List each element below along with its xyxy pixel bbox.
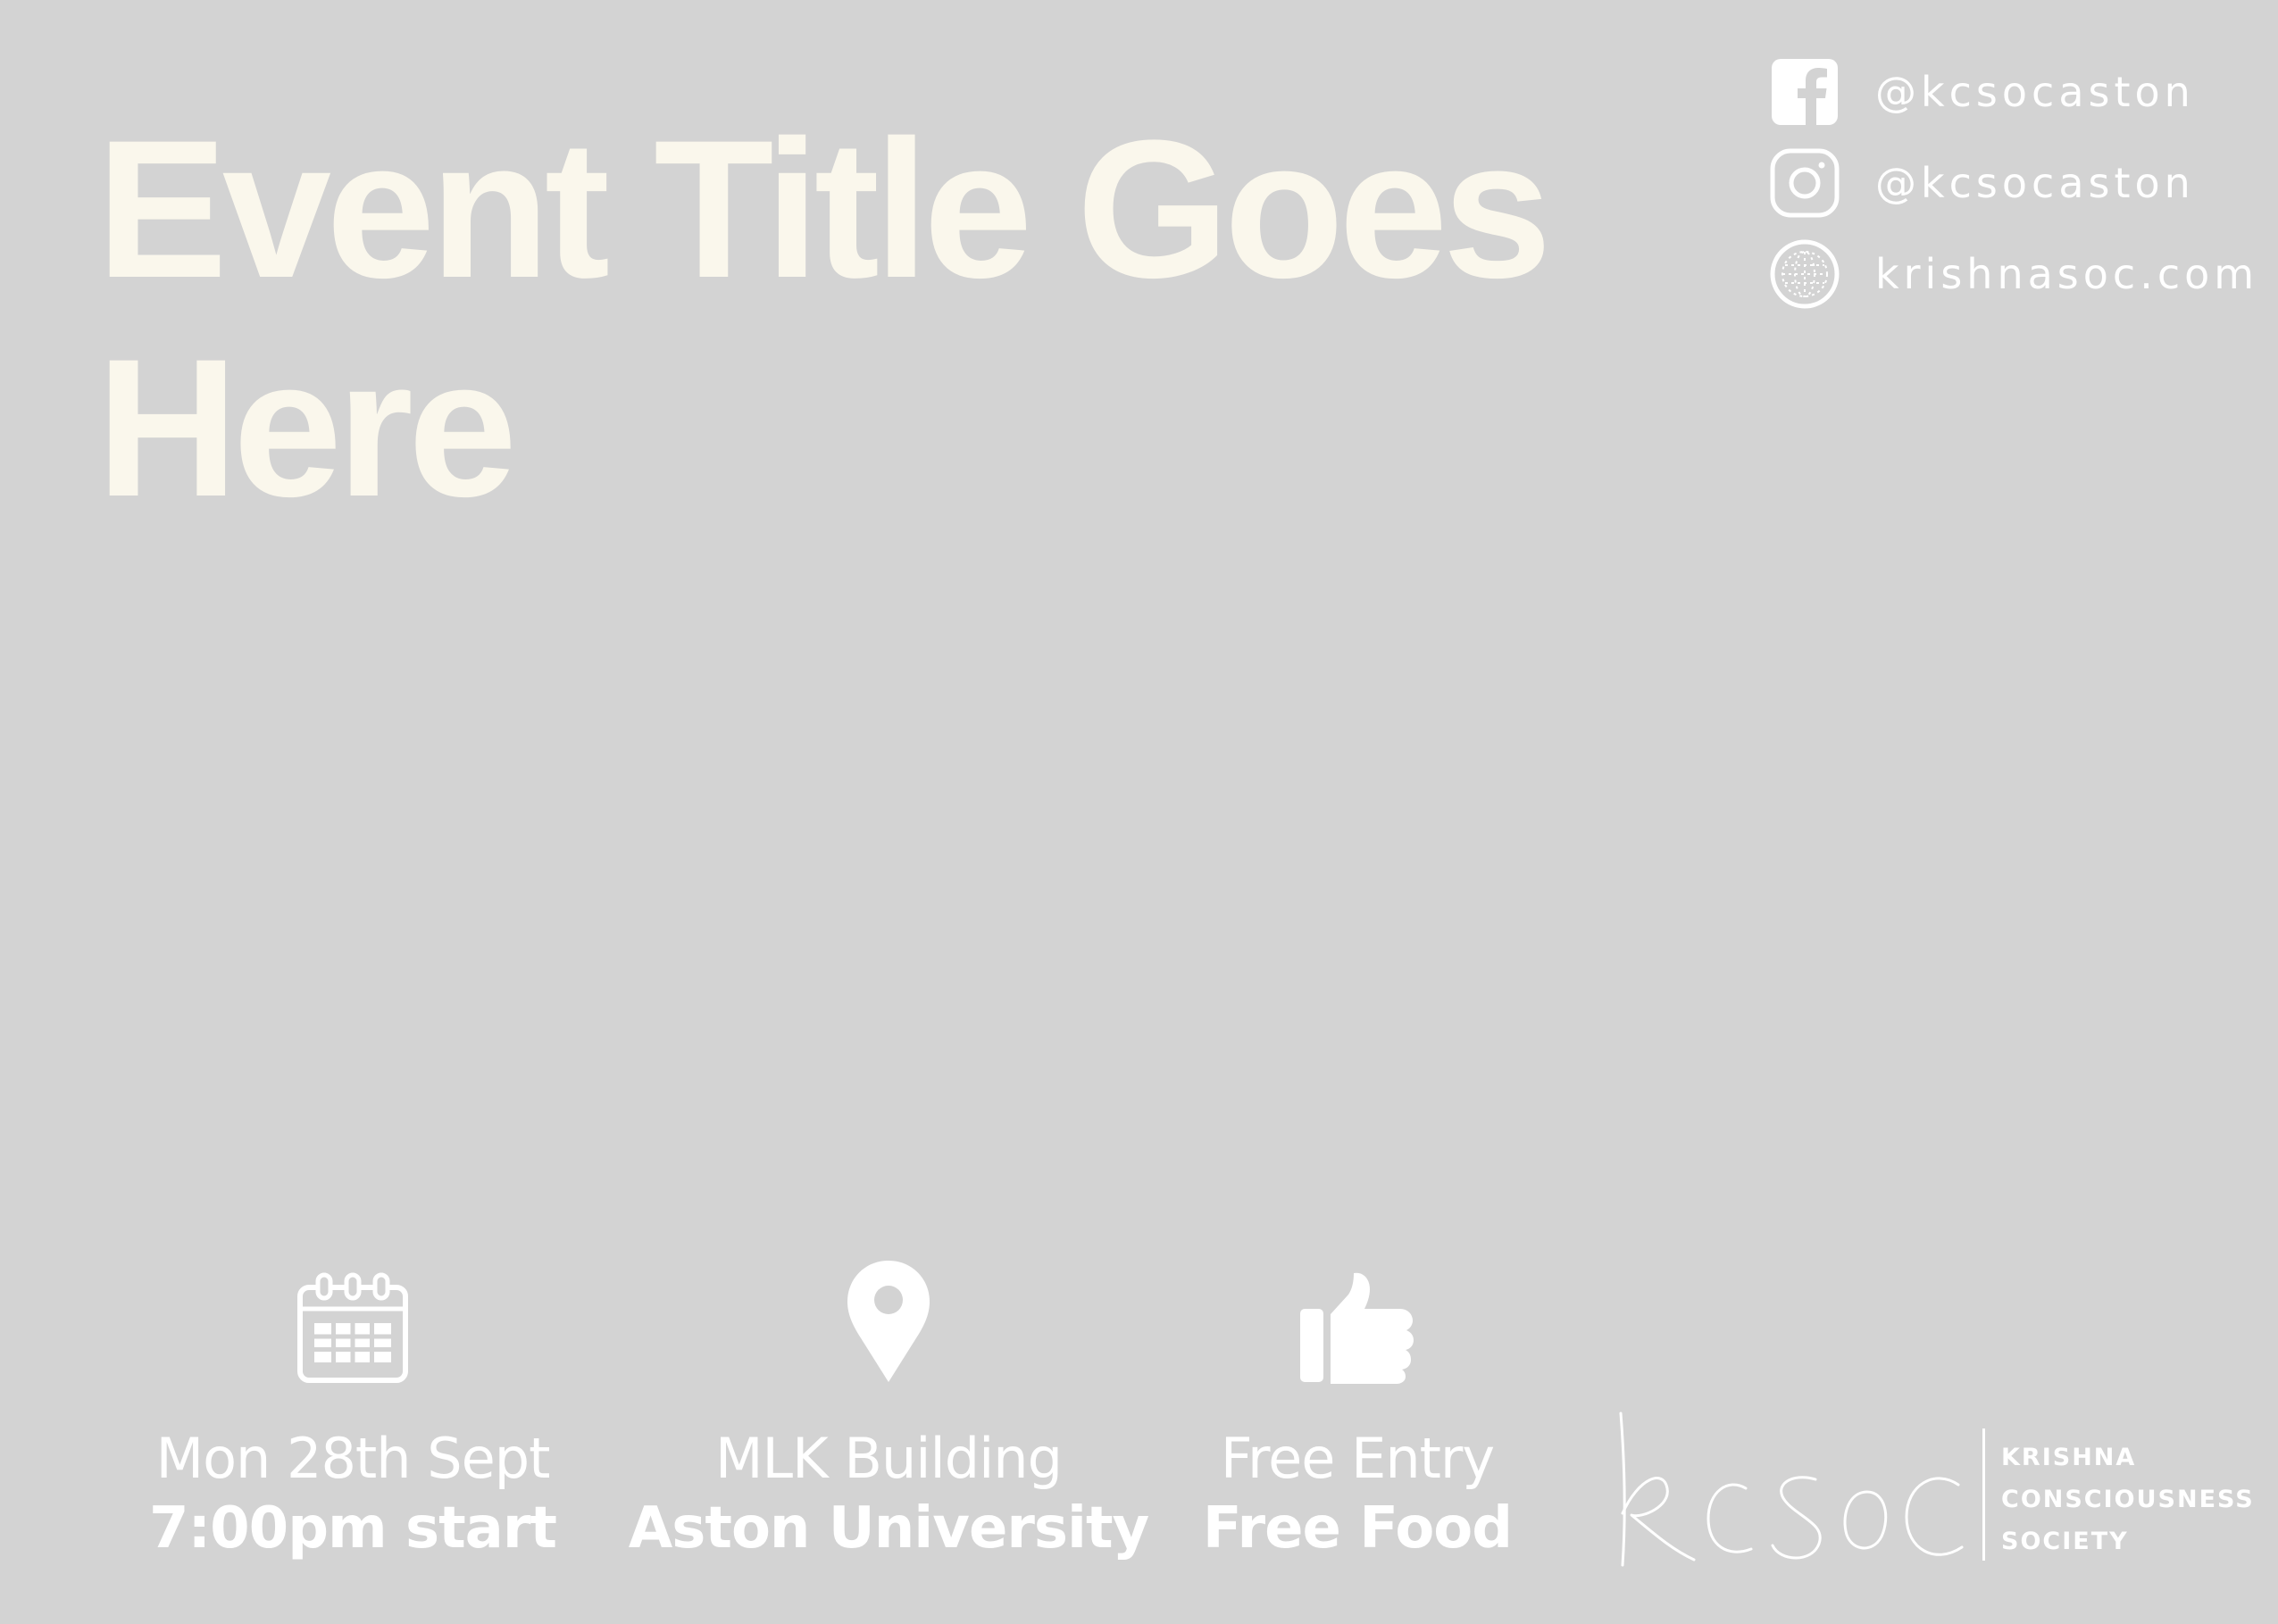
social-website[interactable]: krishnasoc.com (1768, 237, 2254, 311)
free-food: Free Food (1202, 1495, 1513, 1562)
kcsoc-logo-mark (1619, 1412, 1964, 1567)
venue-building: MLK Building (715, 1426, 1063, 1491)
event-perks-block: Free Entry Free Food (1179, 1259, 1536, 1566)
logo-divider (1982, 1428, 1985, 1561)
location-pin-icon (625, 1259, 1152, 1384)
event-title: Event Title Goes Here (96, 99, 1552, 537)
globe-icon (1768, 237, 1841, 311)
venue-university: Aston University (628, 1495, 1150, 1562)
event-date: Mon 28th Sept (155, 1426, 551, 1491)
facebook-handle: @kcsocaston (1875, 68, 2195, 116)
website-url: krishnasoc.com (1875, 250, 2259, 298)
kcsoc-logo: KRISHNA CONSCIOUSNESS SOCIETY (1612, 1406, 2255, 1576)
instagram-icon (1768, 146, 1841, 220)
social-links: @kcsocaston @kcsocaston krishnasoc.com (1768, 55, 2254, 329)
event-time: 7:00pm start (149, 1495, 557, 1562)
society-name-line: KRISHNA (2001, 1444, 2137, 1471)
society-name: KRISHNA CONSCIOUSNESS SOCIETY (2001, 1437, 2255, 1562)
event-poster: Event Title Goes Here @kcsocaston @kcsoc… (0, 0, 2278, 1624)
instagram-handle: @kcsocaston (1875, 159, 2195, 207)
thumbs-up-icon (1179, 1259, 1536, 1384)
event-date-block: Mon 28th Sept 7:00pm start (125, 1259, 580, 1566)
society-name-line: SOCIETY (2001, 1528, 2129, 1555)
facebook-icon (1768, 55, 1841, 129)
society-name-line: CONSCIOUSNESS (2001, 1486, 2255, 1513)
free-entry: Free Entry (1220, 1426, 1495, 1491)
calendar-icon (125, 1259, 580, 1384)
social-facebook[interactable]: @kcsocaston (1768, 55, 2250, 129)
social-instagram[interactable]: @kcsocaston (1768, 146, 2250, 220)
event-venue-block: MLK Building Aston University (625, 1259, 1152, 1566)
